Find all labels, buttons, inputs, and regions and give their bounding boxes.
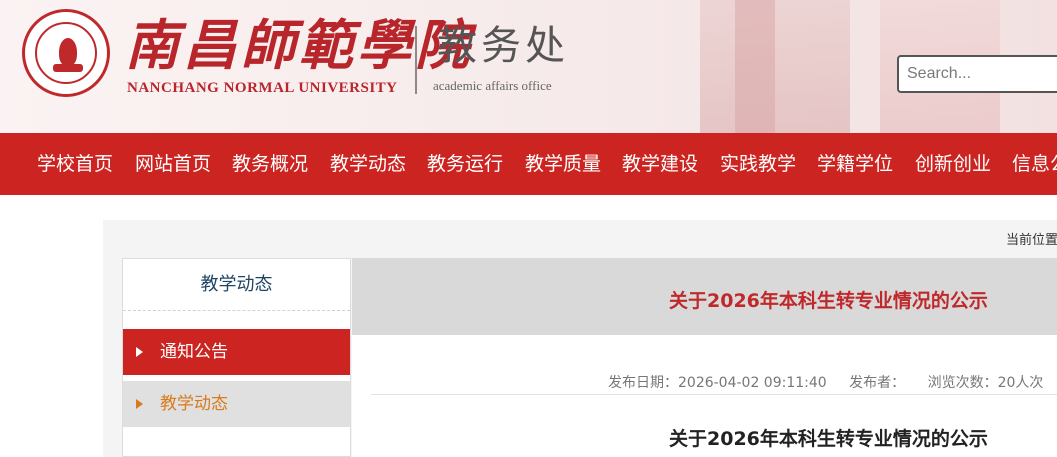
school-name-cn[interactable]: 南昌師範學院 — [125, 14, 473, 76]
header-building-tower — [735, 0, 775, 133]
site-header: 南昌師範學院 NANCHANG NORMAL UNIVERSITY 教务处 ac… — [0, 0, 1057, 133]
nav-item-construction[interactable]: 教学建设 — [622, 133, 698, 195]
nav-item-teaching-news[interactable]: 教学动态 — [330, 133, 406, 195]
article-body-title: 关于2026年本科生转专业情况的公示 — [669, 428, 988, 450]
seal-inner-ring — [35, 22, 97, 84]
search-input[interactable] — [897, 55, 1057, 93]
header-divider — [415, 26, 417, 94]
sidebar-item-teaching-news[interactable]: 教学动态 — [123, 381, 350, 427]
sidebar-item-label: 教学动态 — [160, 394, 228, 414]
article-title: 关于2026年本科生转专业情况的公示 — [669, 290, 988, 312]
main-nav: 学校首页 网站首页 教务概况 教学动态 教务运行 教学质量 教学建设 实践教学 … — [0, 133, 1057, 195]
nav-item-site-home[interactable]: 网站首页 — [135, 133, 211, 195]
triangle-right-icon — [136, 399, 143, 409]
nav-item-quality[interactable]: 教学质量 — [525, 133, 601, 195]
triangle-right-icon — [136, 347, 143, 357]
school-name-en: NANCHANG NORMAL UNIVERSITY — [127, 80, 398, 96]
view-count: 浏览次数：20人次 — [927, 375, 1044, 391]
sidebar: 教学动态 通知公告 教学动态 — [122, 258, 351, 457]
publisher: 发布者： — [849, 375, 906, 391]
nav-item-practice[interactable]: 实践教学 — [720, 133, 796, 195]
article-title-band: 关于2026年本科生转专业情况的公示 — [352, 258, 1057, 335]
office-name-cn: 教务处 — [437, 23, 569, 69]
article-meta: 发布日期：2026-04-02 09:11:40 发布者： 浏览次数：20人次 — [608, 372, 1057, 392]
nav-item-degree[interactable]: 学籍学位 — [817, 133, 893, 195]
content-area: 当前位置 教学动态 通知公告 教学动态 关于2026年本科生转专业情况的公示 发… — [103, 220, 1057, 457]
nav-item-operations[interactable]: 教务运行 — [427, 133, 503, 195]
seal-flame — [59, 38, 77, 66]
nav-item-innovation[interactable]: 创新创业 — [915, 133, 991, 195]
sidebar-item-notices[interactable]: 通知公告 — [123, 329, 350, 375]
header-building-image — [700, 0, 850, 133]
seal-book — [53, 64, 83, 72]
nav-item-info[interactable]: 信息公 — [1012, 133, 1057, 195]
sidebar-item-label: 通知公告 — [160, 342, 228, 362]
breadcrumb: 当前位置 — [1006, 233, 1057, 248]
nav-item-overview[interactable]: 教务概况 — [232, 133, 308, 195]
school-seal-icon[interactable] — [22, 9, 110, 97]
article-panel: 关于2026年本科生转专业情况的公示 发布日期：2026-04-02 09:11… — [352, 258, 1057, 457]
office-name-en: academic affairs office — [433, 78, 552, 93]
meta-divider — [371, 394, 1057, 395]
publish-date: 发布日期：2026-04-02 09:11:40 — [608, 375, 827, 391]
nav-item-school-home[interactable]: 学校首页 — [37, 133, 113, 195]
sidebar-title: 教学动态 — [123, 259, 350, 311]
